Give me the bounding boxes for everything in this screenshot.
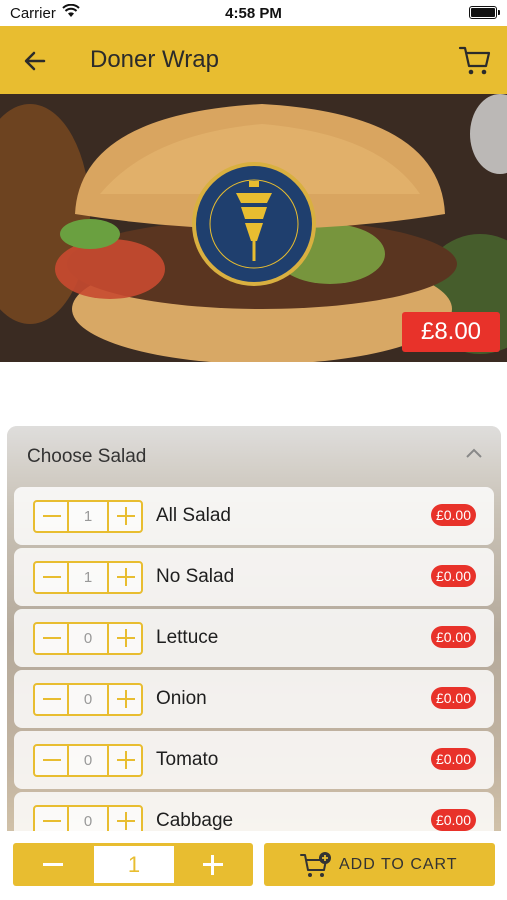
cart-add-icon [300, 852, 331, 877]
option-price: £0.00 [430, 626, 476, 648]
option-row-onion: 0 Onion £0.00 [14, 670, 494, 728]
increment-button[interactable] [107, 563, 141, 592]
increment-button[interactable] [107, 685, 141, 714]
quantity-stepper: 1 [33, 561, 143, 594]
page-title: Doner Wrap [90, 46, 219, 73]
option-row-all-salad: 1 All Salad £0.00 [14, 487, 494, 545]
option-label: Cabbage [156, 810, 234, 831]
quantity-stepper: 0 [33, 683, 143, 716]
product-hero-image: £8.00 [0, 94, 507, 362]
option-row-tomato: 0 Tomato £0.00 [14, 731, 494, 789]
option-price: £0.00 [430, 809, 476, 831]
price-badge: £8.00 [402, 312, 500, 352]
quantity-field[interactable]: 1 [94, 846, 174, 883]
decrement-button[interactable] [35, 563, 69, 592]
battery-icon [469, 6, 500, 19]
chevron-up-icon[interactable] [465, 446, 483, 460]
increment-button[interactable] [173, 843, 253, 886]
option-price: £0.00 [430, 504, 476, 526]
add-to-cart-button[interactable]: ADD TO CART [264, 843, 495, 886]
cart-icon[interactable] [457, 42, 493, 78]
increment-button[interactable] [107, 502, 141, 531]
option-price: £0.00 [430, 687, 476, 709]
option-label: All Salad [156, 505, 231, 526]
options-panel-header[interactable]: Choose Salad [7, 426, 501, 484]
bottom-bar: 1 ADD TO CART [0, 831, 507, 900]
options-panel-title: Choose Salad [27, 446, 147, 467]
option-label: Lettuce [156, 627, 219, 648]
decrement-button[interactable] [13, 843, 93, 886]
decrement-button[interactable] [35, 502, 69, 531]
option-price: £0.00 [430, 565, 476, 587]
add-to-cart-label: ADD TO CART [339, 856, 458, 873]
quantity-stepper: 0 [33, 744, 143, 777]
decrement-button[interactable] [35, 746, 69, 775]
option-quantity: 0 [83, 752, 93, 769]
option-quantity: 0 [83, 691, 93, 708]
option-quantity: 0 [83, 630, 93, 647]
arrow-left-icon[interactable] [20, 46, 50, 76]
option-label: No Salad [156, 566, 235, 587]
option-quantity: 1 [83, 569, 93, 586]
options-panel: Choose Salad 1 All Salad £0.00 1 No Sala… [7, 426, 501, 846]
restaurant-logo [192, 162, 316, 286]
option-label: Tomato [156, 749, 219, 770]
status-bar: Carrier 4:58 PM [0, 0, 507, 26]
nav-bar: Doner Wrap [0, 26, 507, 94]
option-row-no-salad: 1 No Salad £0.00 [14, 548, 494, 606]
status-time: 4:58 PM [225, 5, 282, 22]
decrement-button[interactable] [35, 624, 69, 653]
quantity-stepper: 1 [33, 500, 143, 533]
decrement-button[interactable] [35, 685, 69, 714]
option-price: £0.00 [430, 748, 476, 770]
increment-button[interactable] [107, 746, 141, 775]
option-row-lettuce: 0 Lettuce £0.00 [14, 609, 494, 667]
quantity-stepper: 0 [33, 622, 143, 655]
option-label: Onion [156, 688, 207, 709]
increment-button[interactable] [107, 624, 141, 653]
quantity-stepper: 1 [13, 843, 253, 886]
option-quantity: 1 [83, 508, 93, 525]
